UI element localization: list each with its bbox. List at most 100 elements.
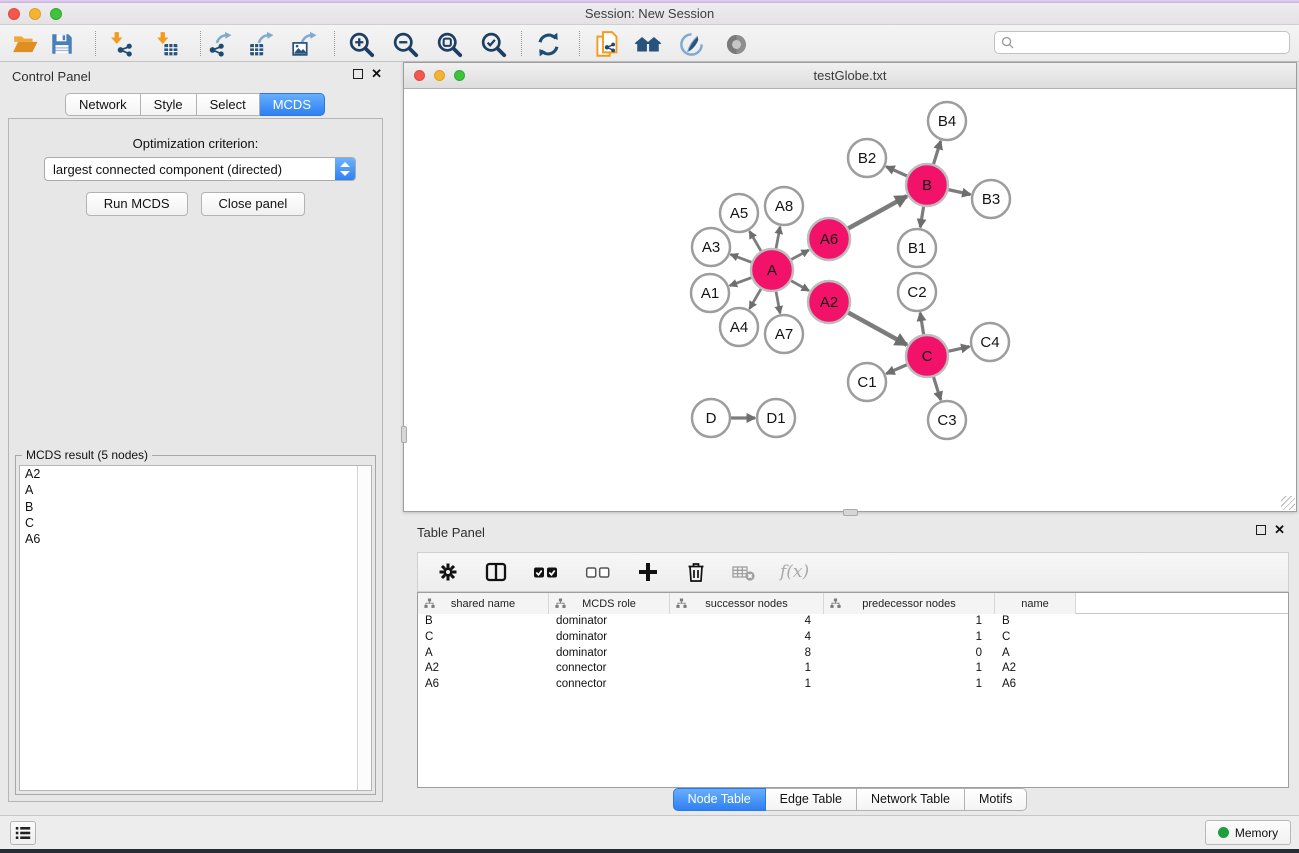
node-A6[interactable]: A6: [808, 218, 850, 260]
export-image-icon[interactable]: [287, 29, 321, 59]
scrollbar-track[interactable]: [357, 466, 371, 790]
mcds-panel: Optimization criterion: largest connecte…: [8, 118, 383, 802]
cell-predecessor-nodes: 0: [824, 646, 995, 662]
table-row-a[interactable]: Adominator80A: [418, 646, 1288, 662]
import-table-icon[interactable]: [149, 29, 183, 59]
table-tab-network-table[interactable]: Network Table: [857, 788, 965, 811]
zoom-view-button[interactable]: [454, 70, 465, 81]
node-table[interactable]: shared nameMCDS rolesuccessor nodesprede…: [417, 592, 1289, 788]
zoom-selected-icon[interactable]: [476, 29, 510, 59]
table-panel-title: Table Panel: [417, 525, 485, 540]
delete-column-icon[interactable]: [684, 560, 708, 584]
table-row-c[interactable]: Cdominator41C: [418, 630, 1288, 646]
column-header-shared-name[interactable]: shared name: [418, 593, 549, 614]
node-C2[interactable]: C2: [898, 273, 936, 311]
main-toolbar: [0, 25, 1299, 62]
tab-mcds[interactable]: MCDS: [260, 93, 325, 116]
cell-successor-nodes: 1: [670, 661, 824, 677]
show-hide-graphics-icon[interactable]: [719, 29, 753, 59]
import-network-icon[interactable]: [103, 29, 137, 59]
node-D1[interactable]: D1: [757, 399, 795, 437]
refresh-view-icon[interactable]: [531, 29, 565, 59]
save-session-icon[interactable]: [45, 29, 79, 59]
horizontal-splitter-handle[interactable]: [843, 509, 858, 516]
column-header-mcds-role[interactable]: MCDS role: [549, 593, 670, 614]
criterion-select[interactable]: largest connected component (directed): [44, 157, 356, 181]
table-row-a6[interactable]: A6connector11A6: [418, 677, 1288, 693]
tab-network[interactable]: Network: [65, 93, 141, 116]
tab-style[interactable]: Style: [141, 93, 197, 116]
node-D[interactable]: D: [692, 399, 730, 437]
node-B2[interactable]: B2: [848, 139, 886, 177]
node-A2[interactable]: A2: [808, 281, 850, 323]
node-C3[interactable]: C3: [928, 401, 966, 439]
select-all-checkboxes-icon[interactable]: [532, 560, 560, 584]
zoom-window-button[interactable]: [50, 8, 62, 20]
node-A7[interactable]: A7: [765, 315, 803, 353]
node-C[interactable]: C: [906, 335, 948, 377]
window-resize-grip[interactable]: [1281, 496, 1295, 510]
function-builder-icon[interactable]: f(x): [780, 562, 809, 582]
table-row-b[interactable]: Bdominator41B: [418, 614, 1288, 630]
apply-style-icon[interactable]: [674, 29, 708, 59]
node-A5[interactable]: A5: [720, 194, 758, 232]
node-B1[interactable]: B1: [898, 229, 936, 267]
column-header-successor-nodes[interactable]: successor nodes: [670, 593, 824, 614]
show-columns-icon[interactable]: [484, 560, 508, 584]
export-table-icon[interactable]: [244, 29, 278, 59]
node-B3[interactable]: B3: [972, 180, 1010, 218]
table-tab-node-table[interactable]: Node Table: [673, 788, 766, 811]
vertical-splitter-handle[interactable]: [401, 426, 407, 443]
network-canvas[interactable]: A A6 A2 B C A5A8 A3 A1A4A7 B2 B4 B3 B1 C2 C4 C1 C3 D D1: [404, 89, 1296, 511]
mcds-result-item-c[interactable]: C: [20, 515, 371, 531]
zoom-fit-icon[interactable]: [432, 29, 466, 59]
close-panel-button[interactable]: Close panel: [201, 192, 306, 216]
minimize-window-button[interactable]: [29, 8, 41, 20]
node-A4[interactable]: A4: [720, 308, 758, 346]
zoom-in-icon[interactable]: [344, 29, 378, 59]
run-mcds-button[interactable]: Run MCDS: [86, 192, 188, 216]
table-tab-edge-table[interactable]: Edge Table: [766, 788, 857, 811]
node-C1[interactable]: C1: [848, 363, 886, 401]
cybrowser-home-icon[interactable]: [631, 29, 665, 59]
node-A[interactable]: A: [751, 249, 793, 291]
node-A8[interactable]: A8: [765, 187, 803, 225]
close-table-panel-icon[interactable]: ✕: [1274, 524, 1285, 536]
close-window-button[interactable]: [8, 8, 20, 20]
open-session-icon[interactable]: [8, 29, 42, 59]
column-header-predecessor-nodes[interactable]: predecessor nodes: [824, 593, 995, 614]
node-A1[interactable]: A1: [691, 274, 729, 312]
node-A3[interactable]: A3: [692, 228, 730, 266]
zoom-out-icon[interactable]: [388, 29, 422, 59]
mcds-result-item-b[interactable]: B: [20, 499, 371, 515]
tab-select[interactable]: Select: [197, 93, 260, 116]
float-panel-icon[interactable]: [353, 69, 363, 79]
network-from-file-icon[interactable]: [590, 29, 624, 59]
add-column-icon[interactable]: [636, 560, 660, 584]
float-table-panel-icon[interactable]: [1256, 525, 1266, 535]
task-history-button[interactable]: [10, 821, 36, 845]
node-B4[interactable]: B4: [928, 102, 966, 140]
column-header-name[interactable]: name: [995, 593, 1076, 614]
close-panel-icon[interactable]: ✕: [371, 68, 382, 80]
search-input[interactable]: [1018, 36, 1283, 50]
delete-table-icon[interactable]: [732, 560, 756, 584]
mcds-result-item-a6[interactable]: A6: [20, 531, 371, 547]
settings-gear-icon[interactable]: [436, 560, 460, 584]
mcds-result-item-a2[interactable]: A2: [20, 466, 371, 482]
node-B[interactable]: B: [906, 164, 948, 206]
node-C4[interactable]: C4: [971, 323, 1009, 361]
mcds-result-list[interactable]: A2ABCA6: [19, 465, 372, 791]
deselect-all-checkboxes-icon[interactable]: [584, 560, 612, 584]
minimize-view-button[interactable]: [434, 70, 445, 81]
cell-shared-name: B: [418, 614, 549, 630]
export-network-icon[interactable]: [202, 29, 236, 59]
table-tab-motifs[interactable]: Motifs: [965, 788, 1027, 811]
table-row-a2[interactable]: A2connector11A2: [418, 661, 1288, 677]
svg-text:A2: A2: [820, 294, 838, 311]
mcds-result-item-a[interactable]: A: [20, 482, 371, 498]
memory-button[interactable]: Memory: [1205, 820, 1291, 845]
close-view-button[interactable]: [414, 70, 425, 81]
network-window-titlebar[interactable]: testGlobe.txt: [404, 63, 1296, 89]
toolbar-search-field[interactable]: [994, 31, 1290, 54]
